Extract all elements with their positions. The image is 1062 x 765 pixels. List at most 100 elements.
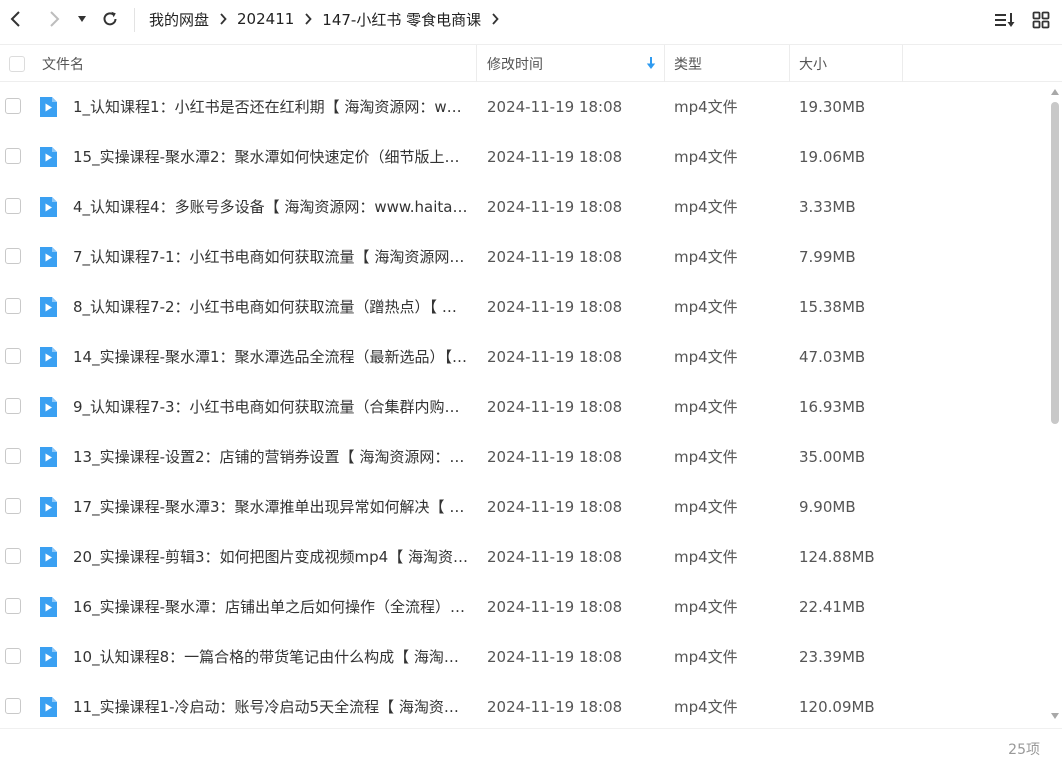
file-name[interactable]: 1_认知课程1：小红书是否还在红利期【 海淘资源网：www.haitaozy.c…: [73, 82, 468, 132]
video-file-icon: [40, 547, 57, 567]
file-row[interactable]: 1_认知课程1：小红书是否还在红利期【 海淘资源网：www.haitaozy.c…: [0, 82, 1048, 132]
video-file-icon: [40, 697, 57, 717]
row-checkbox[interactable]: [5, 498, 21, 514]
top-bar: 我的网盘 202411 147-小红书 零食电商课: [0, 0, 1062, 40]
file-row[interactable]: 9_认知课程7-3：小红书电商如何获取流量（合集群内购）【 海淘资源网：www.…: [0, 382, 1048, 432]
row-checkbox[interactable]: [5, 298, 21, 314]
scrollbar-thumb[interactable]: [1051, 102, 1059, 424]
file-type: mp4文件: [674, 698, 738, 716]
file-row[interactable]: 20_实操课程-剪辑3：如何把图片变成视频mp4【 海淘资源网：www.hait…: [0, 532, 1048, 582]
file-modified-time: 2024-11-19 18:08: [487, 498, 623, 516]
file-row[interactable]: 17_实操课程-聚水潭3：聚水潭推单出现异常如何解决【 海淘资源网：www.ha…: [0, 482, 1048, 532]
file-name[interactable]: 20_实操课程-剪辑3：如何把图片变成视频mp4【 海淘资源网：www.hait…: [73, 532, 468, 582]
file-name[interactable]: 15_实操课程-聚水潭2：聚水潭如何快速定价（细节版上架）【 海淘资源网：www…: [73, 132, 468, 182]
file-row[interactable]: 14_实操课程-聚水潭1：聚水潭选品全流程（最新选品）【 海淘资源网：www.h…: [0, 332, 1048, 382]
file-manager-window: 我的网盘 202411 147-小红书 零食电商课 文件名 修改时间 类型 大小…: [0, 0, 1062, 765]
file-size: 124.88MB: [799, 548, 875, 566]
row-checkbox[interactable]: [5, 248, 21, 264]
file-name[interactable]: 9_认知课程7-3：小红书电商如何获取流量（合集群内购）【 海淘资源网：www.…: [73, 382, 468, 432]
column-size[interactable]: 大小: [799, 45, 899, 82]
breadcrumb-item[interactable]: 我的网盘: [149, 9, 209, 30]
file-size: 47.03MB: [799, 348, 866, 366]
file-name[interactable]: 14_实操课程-聚水潭1：聚水潭选品全流程（最新选品）【 海淘资源网：www.h…: [73, 332, 468, 382]
file-row[interactable]: 15_实操课程-聚水潭2：聚水潭如何快速定价（细节版上架）【 海淘资源网：www…: [0, 132, 1048, 182]
select-all-checkbox[interactable]: [9, 55, 25, 72]
file-size: 23.39MB: [799, 648, 866, 666]
grid-view-button[interactable]: [1030, 9, 1052, 31]
file-row[interactable]: 16_实操课程-聚水潭：店铺出单之后如何操作（全流程）【 海淘资源网：www.h…: [0, 582, 1048, 632]
scroll-down-arrow-icon[interactable]: [1050, 712, 1060, 720]
file-type: mp4文件: [674, 548, 738, 566]
row-checkbox[interactable]: [5, 148, 21, 164]
file-size: 22.41MB: [799, 598, 866, 616]
file-modified-time: 2024-11-19 18:08: [487, 198, 623, 216]
file-size: 19.30MB: [799, 98, 866, 116]
column-name[interactable]: 文件名: [42, 45, 472, 82]
row-checkbox[interactable]: [5, 348, 21, 364]
video-file-icon: [40, 447, 57, 467]
file-row[interactable]: 7_认知课程7-1：小红书电商如何获取流量【 海淘资源网：www.haitaoz…: [0, 232, 1048, 282]
file-type: mp4文件: [674, 98, 738, 116]
video-file-icon: [40, 597, 57, 617]
chevron-right-icon: [50, 11, 60, 27]
column-divider: [664, 45, 665, 82]
sort-button[interactable]: [994, 9, 1016, 31]
file-modified-time: 2024-11-19 18:08: [487, 398, 623, 416]
column-type[interactable]: 类型: [674, 45, 784, 82]
file-size: 7.99MB: [799, 248, 856, 266]
file-size: 15.38MB: [799, 298, 866, 316]
file-name[interactable]: 11_实操课程1-冷启动：账号冷启动5天全流程【 海淘资源网：www.haita…: [73, 682, 468, 732]
file-name[interactable]: 4_认知课程4：多账号多设备【 海淘资源网：www.haitaozy.com】.…: [73, 182, 468, 232]
column-time[interactable]: 修改时间: [487, 45, 657, 82]
file-row[interactable]: 13_实操课程-设置2：店铺的营销券设置【 海淘资源网：www.haitaozy…: [0, 432, 1048, 482]
row-checkbox[interactable]: [5, 548, 21, 564]
file-type: mp4文件: [674, 598, 738, 616]
sort-down-arrow-icon: [646, 57, 656, 69]
file-row[interactable]: 4_认知课程4：多账号多设备【 海淘资源网：www.haitaozy.com】.…: [0, 182, 1048, 232]
status-bar: 25项: [0, 728, 1062, 765]
video-file-icon: [40, 247, 57, 267]
file-name[interactable]: 16_实操课程-聚水潭：店铺出单之后如何操作（全流程）【 海淘资源网：www.h…: [73, 582, 468, 632]
forward-button[interactable]: [42, 6, 66, 32]
chevron-left-icon: [10, 11, 20, 27]
file-name[interactable]: 10_认知课程8：一篇合格的带货笔记由什么构成【 海淘资源网：www.haita…: [73, 632, 468, 682]
row-checkbox[interactable]: [5, 198, 21, 214]
caret-down-icon: [78, 16, 86, 22]
sort-list-icon: [995, 13, 1015, 27]
video-file-icon: [40, 347, 57, 367]
breadcrumb-item-current[interactable]: 147-小红书 零食电商课: [322, 9, 481, 30]
row-checkbox[interactable]: [5, 398, 21, 414]
refresh-icon: [103, 11, 117, 26]
row-checkbox[interactable]: [5, 98, 21, 114]
file-row[interactable]: 11_实操课程1-冷启动：账号冷启动5天全流程【 海淘资源网：www.haita…: [0, 682, 1048, 732]
file-name[interactable]: 8_认知课程7-2：小红书电商如何获取流量（蹭热点）【 海淘资源网：www.ha…: [73, 282, 468, 332]
file-row[interactable]: 10_认知课程8：一篇合格的带货笔记由什么构成【 海淘资源网：www.haita…: [0, 632, 1048, 682]
breadcrumb-item[interactable]: 202411: [237, 10, 294, 28]
scroll-up-arrow-icon[interactable]: [1050, 88, 1060, 96]
refresh-button[interactable]: [98, 6, 122, 32]
video-file-icon: [40, 197, 57, 217]
row-checkbox[interactable]: [5, 698, 21, 714]
row-checkbox[interactable]: [5, 598, 21, 614]
file-modified-time: 2024-11-19 18:08: [487, 348, 623, 366]
back-button[interactable]: [4, 6, 28, 32]
history-dropdown-button[interactable]: [74, 6, 90, 32]
row-checkbox[interactable]: [5, 648, 21, 664]
file-modified-time: 2024-11-19 18:08: [487, 548, 623, 566]
row-checkbox[interactable]: [5, 448, 21, 464]
video-file-icon: [40, 397, 57, 417]
file-name[interactable]: 13_实操课程-设置2：店铺的营销券设置【 海淘资源网：www.haitaozy…: [73, 432, 468, 482]
column-divider: [476, 45, 477, 82]
video-file-icon: [40, 97, 57, 117]
select-all-checkbox-cell: [9, 45, 25, 82]
breadcrumb-chevron-icon: [491, 13, 499, 25]
file-row[interactable]: 8_认知课程7-2：小红书电商如何获取流量（蹭热点）【 海淘资源网：www.ha…: [0, 282, 1048, 332]
file-modified-time: 2024-11-19 18:08: [487, 598, 623, 616]
file-type: mp4文件: [674, 298, 738, 316]
file-name[interactable]: 7_认知课程7-1：小红书电商如何获取流量【 海淘资源网：www.haitaoz…: [73, 232, 468, 282]
file-name[interactable]: 17_实操课程-聚水潭3：聚水潭推单出现异常如何解决【 海淘资源网：www.ha…: [73, 482, 468, 532]
file-size: 19.06MB: [799, 148, 866, 166]
breadcrumb: 我的网盘 202411 147-小红书 零食电商课: [149, 0, 509, 38]
vertical-scrollbar[interactable]: [1048, 88, 1062, 720]
file-size: 16.93MB: [799, 398, 866, 416]
